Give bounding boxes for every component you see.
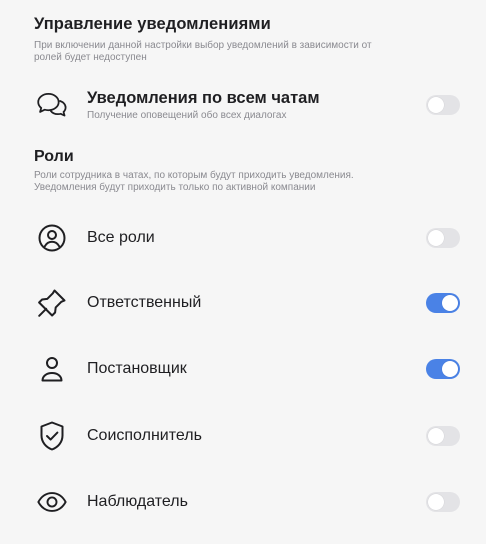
user-circle-icon [36, 222, 68, 254]
toggle-knob [428, 494, 444, 510]
role-label-observer: Наблюдатель [87, 493, 188, 510]
all-chats-setting: Уведомления по всем чатам Получение опов… [0, 85, 486, 125]
role-row-assigner: Постановщик [0, 349, 486, 389]
eye-icon [36, 486, 68, 518]
page-subtitle: При включении данной настройки выбор уве… [34, 40, 474, 64]
roles-subtitle-line-1: Роли сотрудника в чатах, по которым буду… [34, 170, 354, 181]
all-chats-toggle[interactable] [426, 95, 460, 115]
roles-section-subtitle: Роли сотрудника в чатах, по которым буду… [34, 170, 474, 194]
roles-subtitle-line-2: Уведомления будут приходить только по ак… [34, 182, 316, 193]
page-title: Управление уведомлениями [34, 15, 271, 33]
role-row-responsible: Ответственный [0, 283, 486, 323]
role-label-all: Все роли [87, 229, 155, 246]
role-row-all: Все роли [0, 218, 486, 258]
role-label-assigner: Постановщик [87, 360, 187, 377]
role-label-responsible: Ответственный [87, 294, 202, 311]
role-toggle-all[interactable] [426, 228, 460, 248]
role-row-observer: Наблюдатель [0, 482, 486, 522]
all-chats-subtitle: Получение оповещений обо всех диалогах [87, 110, 287, 121]
page-subtitle-line-2: ролей будет недоступен [34, 52, 147, 63]
pin-icon [36, 287, 68, 319]
roles-section-title: Роли [34, 148, 74, 165]
chat-bubbles-icon [36, 89, 68, 121]
role-toggle-responsible[interactable] [426, 293, 460, 313]
toggle-knob [428, 428, 444, 444]
shield-check-icon [36, 420, 68, 452]
toggle-knob [442, 295, 458, 311]
page-subtitle-line-1: При включении данной настройки выбор уве… [34, 40, 372, 51]
toggle-knob [442, 361, 458, 377]
user-icon [36, 353, 68, 385]
notification-settings-panel: Управление уведомлениями При включении д… [0, 0, 486, 544]
role-label-coexecutor: Соисполнитель [87, 427, 202, 444]
role-row-coexecutor: Соисполнитель [0, 416, 486, 456]
toggle-knob [428, 230, 444, 246]
toggle-knob [428, 97, 444, 113]
role-toggle-assigner[interactable] [426, 359, 460, 379]
role-toggle-coexecutor[interactable] [426, 426, 460, 446]
all-chats-title: Уведомления по всем чатам [87, 89, 320, 107]
role-toggle-observer[interactable] [426, 492, 460, 512]
